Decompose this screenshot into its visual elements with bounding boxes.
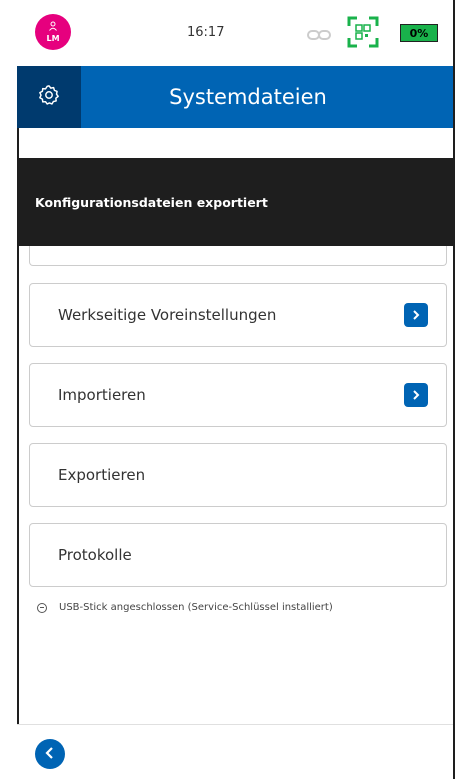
battery-level: 0% [409,26,429,40]
chevron-left-icon [44,745,56,764]
menu-item-label: Protokolle [58,546,132,564]
chevron-right-icon[interactable] [404,383,428,407]
person-icon [48,21,58,34]
battery-icon: 0% [400,24,438,42]
user-avatar[interactable]: LM [35,14,71,50]
app-header: Systemdateien [17,66,455,128]
toast-message: Konfigurationsdateien exportiert [35,194,268,210]
menu-item-import[interactable]: Importieren [29,363,447,427]
clock: 16:17 [187,25,225,40]
usb-status: USB-Stick angeschlossen (Service-Schlüss… [37,602,333,613]
menu-item-logs[interactable]: Protokolle [29,523,447,587]
page-title: Systemdateien [169,85,327,109]
menu-item-label: Exportieren [58,466,146,484]
usb-status-text: USB-Stick angeschlossen (Service-Schlüss… [59,602,333,613]
toast-notification: Konfigurationsdateien exportiert [17,158,455,246]
info-circle-icon [37,602,47,613]
menu-item-factory-defaults[interactable]: Werkseitige Voreinstellungen [29,283,447,347]
settings-button[interactable] [17,66,81,128]
menu-item-label: Werkseitige Voreinstellungen [58,306,277,324]
chevron-right-icon[interactable] [404,303,428,327]
status-bar: LM 16:17 0% [17,0,455,66]
app-frame: LM 16:17 0% Systemdateien Konfigurations… [17,0,455,779]
avatar-initials: LM [46,33,60,43]
back-button[interactable] [35,739,65,769]
qr-scan-icon[interactable] [347,16,379,48]
menu-item-export[interactable]: Exportieren [29,443,447,507]
bottom-bar [17,724,455,779]
gear-icon [38,84,60,110]
menu-item-label: Importieren [58,386,146,404]
link-icon [307,26,331,40]
